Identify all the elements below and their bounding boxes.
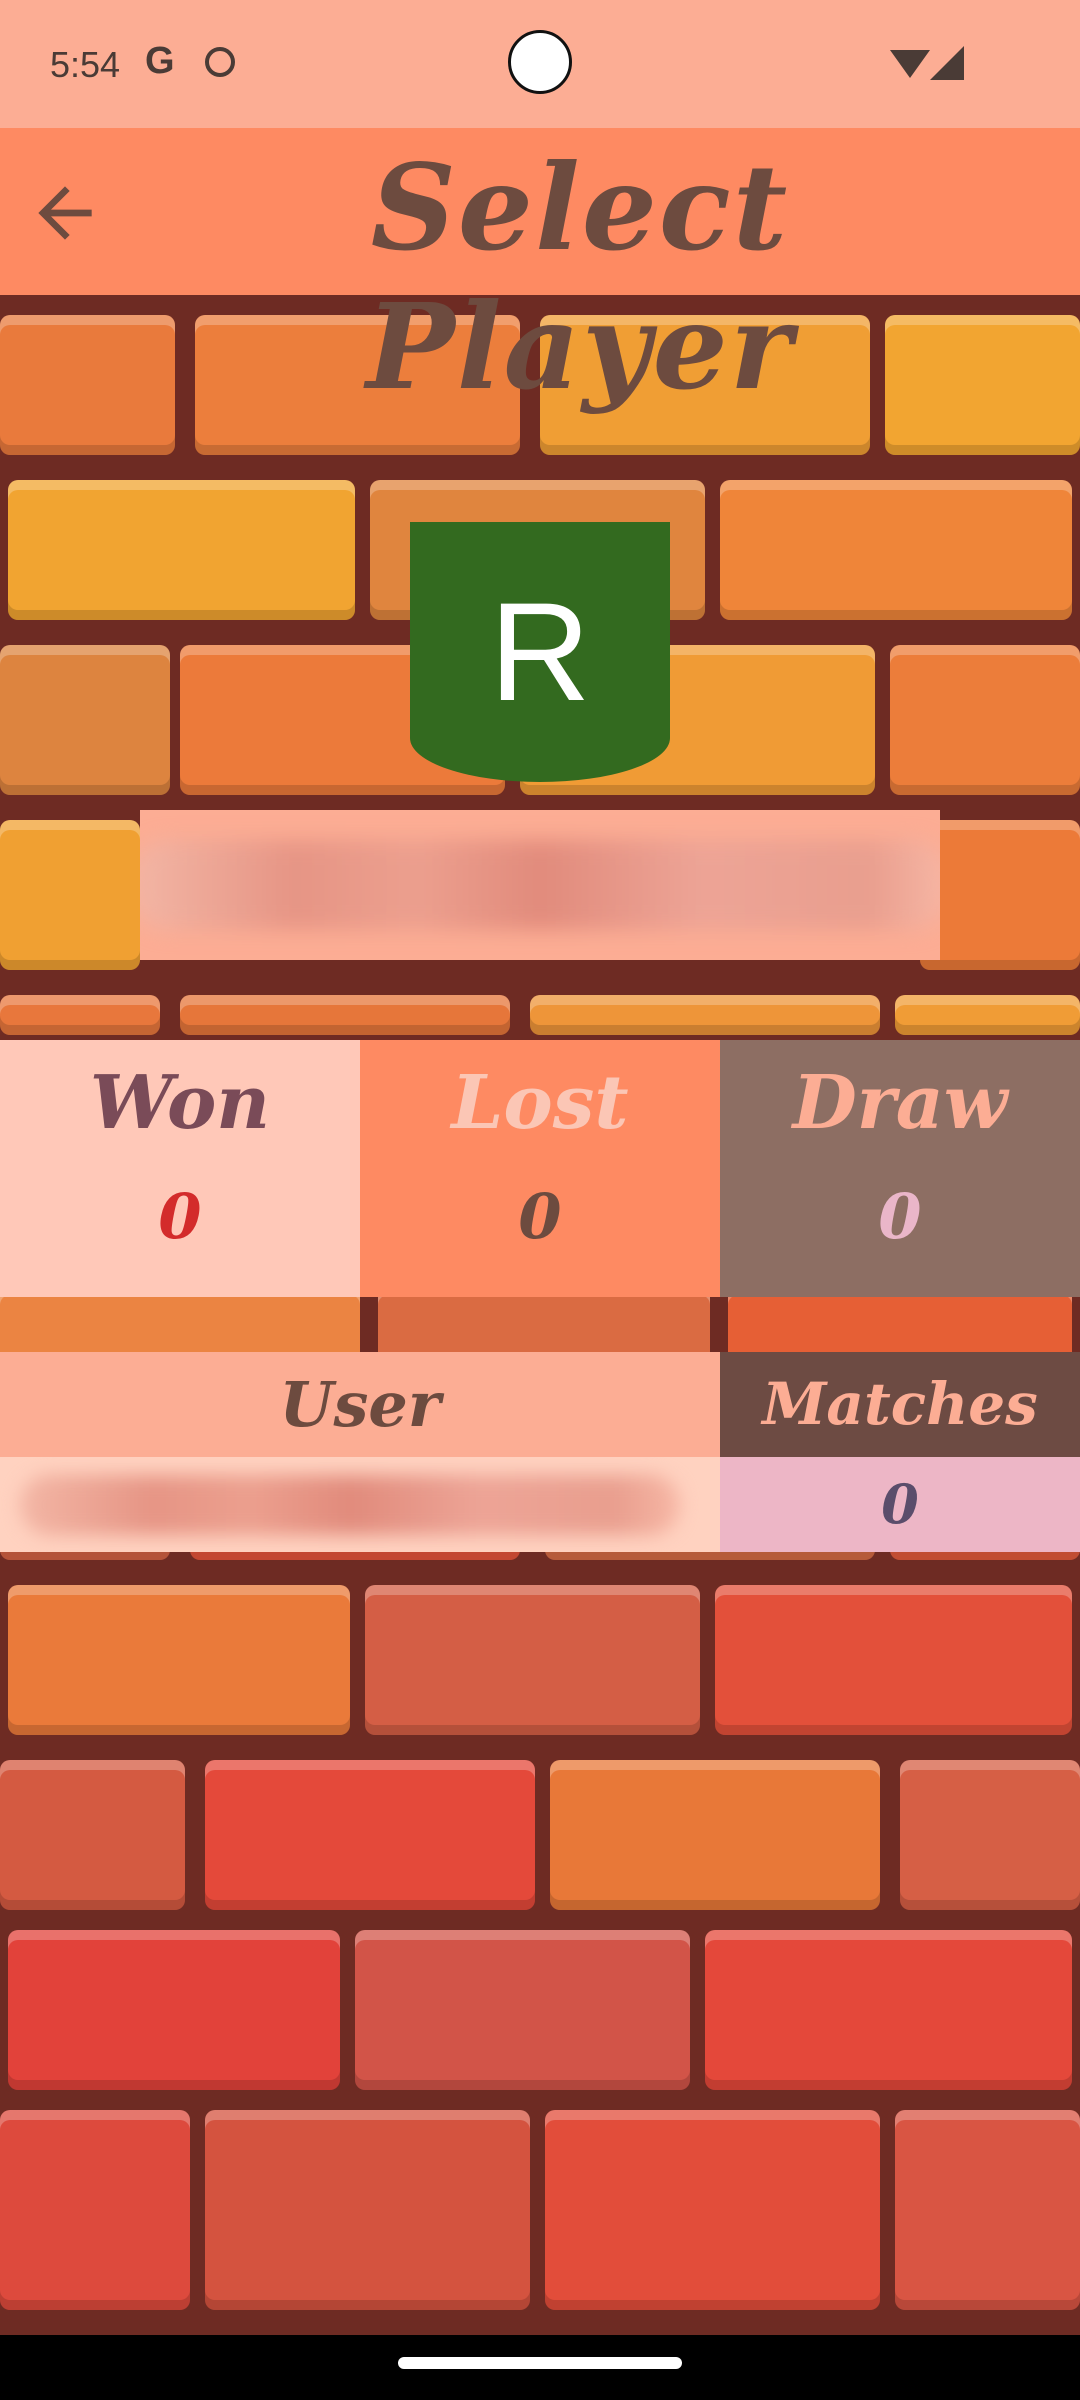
matches-table: User Matches 0: [0, 1352, 1080, 1552]
brick: [205, 1760, 535, 1910]
app-bar: Select Player: [0, 128, 1080, 416]
brick: [0, 820, 140, 970]
brick: [8, 480, 355, 620]
brick: [890, 645, 1080, 795]
avatar-letter: R: [489, 573, 591, 730]
wifi-icon: [890, 50, 930, 78]
brick: [550, 1760, 880, 1910]
stat-won: Won 0: [0, 1040, 360, 1297]
home-indicator[interactable]: [398, 2357, 682, 2369]
brick: [8, 1585, 350, 1735]
lost-label: Lost: [451, 1060, 629, 1146]
header-matches: Matches: [720, 1352, 1080, 1457]
camera-cutout: [508, 30, 572, 94]
stat-draw: Draw 0: [720, 1040, 1080, 1297]
brick: [0, 645, 170, 795]
blurred-user: [20, 1475, 680, 1535]
stats-row: Won 0 Lost 0 Draw 0: [0, 1040, 1080, 1297]
stat-lost: Lost 0: [360, 1040, 720, 1297]
brick: [545, 2110, 880, 2310]
brick: [0, 1760, 185, 1910]
brick: [920, 820, 1080, 970]
brick: [705, 1930, 1072, 2090]
brick: [0, 315, 175, 455]
brick: [365, 1585, 700, 1735]
status-time: 5:54: [50, 44, 121, 85]
blurred-name: [140, 840, 940, 930]
draw-value: 0: [878, 1180, 922, 1253]
won-label: Won: [89, 1060, 271, 1146]
brick: [8, 1930, 340, 2090]
brick: [895, 2110, 1080, 2310]
brick: [530, 995, 880, 1035]
brick: [715, 1585, 1072, 1735]
brick: [180, 995, 510, 1035]
page-title: Select Player: [366, 138, 794, 416]
brick: [0, 2110, 190, 2310]
header-user: User: [0, 1352, 720, 1457]
lost-value: 0: [518, 1180, 562, 1253]
player-name-field[interactable]: [140, 810, 940, 960]
brick: [900, 1760, 1080, 1910]
draw-label: Draw: [792, 1060, 1008, 1146]
brick: [355, 1930, 690, 2090]
google-icon: G: [145, 40, 175, 82]
row-matches: 0: [720, 1457, 1080, 1552]
cat-icon: [205, 47, 235, 77]
brick: [895, 995, 1080, 1035]
table-header: User Matches: [0, 1352, 1080, 1457]
row-user: [0, 1457, 720, 1552]
status-bar: 5:54 G: [0, 0, 1080, 128]
brick: [720, 480, 1072, 620]
player-avatar[interactable]: R: [410, 522, 670, 782]
brick: [205, 2110, 530, 2310]
won-value: 0: [158, 1180, 202, 1253]
brick: [0, 995, 160, 1035]
table-row[interactable]: 0: [0, 1457, 1080, 1552]
arrow-left-icon: [38, 186, 92, 240]
back-button[interactable]: [20, 168, 110, 258]
cellular-icon: [930, 46, 964, 80]
system-nav-bar: [0, 2335, 1080, 2400]
